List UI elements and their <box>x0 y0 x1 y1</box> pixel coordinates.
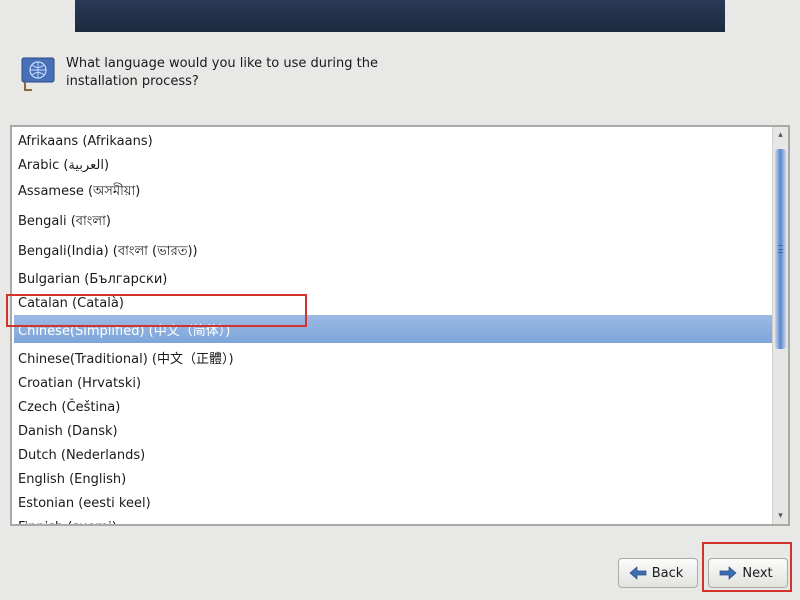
scroll-up-arrow[interactable]: ▴ <box>773 127 788 143</box>
arrow-left-icon <box>629 566 647 580</box>
language-list-frame: Afrikaans (Afrikaans)Arabic (العربية)Ass… <box>10 125 790 526</box>
next-label: Next <box>742 566 772 581</box>
prompt-line2: installation process? <box>66 73 378 91</box>
language-option[interactable]: Croatian (Hrvatski) <box>14 371 772 395</box>
scroll-thumb[interactable] <box>775 149 786 349</box>
language-option[interactable]: Chinese(Traditional) (中文（正體）) <box>14 343 772 371</box>
language-listbox[interactable]: Afrikaans (Afrikaans)Arabic (العربية)Ass… <box>12 127 772 524</box>
prompt-row: What language would you like to use duri… <box>20 55 378 91</box>
button-bar: Back Next <box>618 558 788 588</box>
language-option[interactable]: Finnish (suomi) <box>14 515 772 524</box>
language-option[interactable]: Assamese (অসমীয়া) <box>14 177 772 207</box>
next-button[interactable]: Next <box>708 558 788 588</box>
language-option[interactable]: Bengali(India) (বাংলা (ভারত)) <box>14 237 772 267</box>
arrow-right-icon <box>719 566 737 580</box>
back-button[interactable]: Back <box>618 558 698 588</box>
prompt-text: What language would you like to use duri… <box>66 55 378 90</box>
language-option[interactable]: Czech (Čeština) <box>14 395 772 419</box>
language-option[interactable]: Chinese(Simplified) (中文（简体）) <box>14 315 772 343</box>
prompt-line1: What language would you like to use duri… <box>66 55 378 73</box>
scroll-down-arrow[interactable]: ▾ <box>773 508 788 524</box>
language-option[interactable]: Afrikaans (Afrikaans) <box>14 129 772 153</box>
language-option[interactable]: Dutch (Nederlands) <box>14 443 772 467</box>
scrollbar[interactable]: ▴ ▾ <box>772 127 788 524</box>
language-option[interactable]: Estonian (eesti keel) <box>14 491 772 515</box>
back-label: Back <box>652 566 684 581</box>
top-banner <box>75 0 725 32</box>
language-option[interactable]: Danish (Dansk) <box>14 419 772 443</box>
language-option[interactable]: English (English) <box>14 467 772 491</box>
language-globe-icon <box>20 55 56 91</box>
language-option[interactable]: Bulgarian (Български) <box>14 267 772 291</box>
language-option[interactable]: Catalan (Català) <box>14 291 772 315</box>
language-option[interactable]: Arabic (العربية) <box>14 153 772 177</box>
language-option[interactable]: Bengali (বাংলা) <box>14 207 772 237</box>
